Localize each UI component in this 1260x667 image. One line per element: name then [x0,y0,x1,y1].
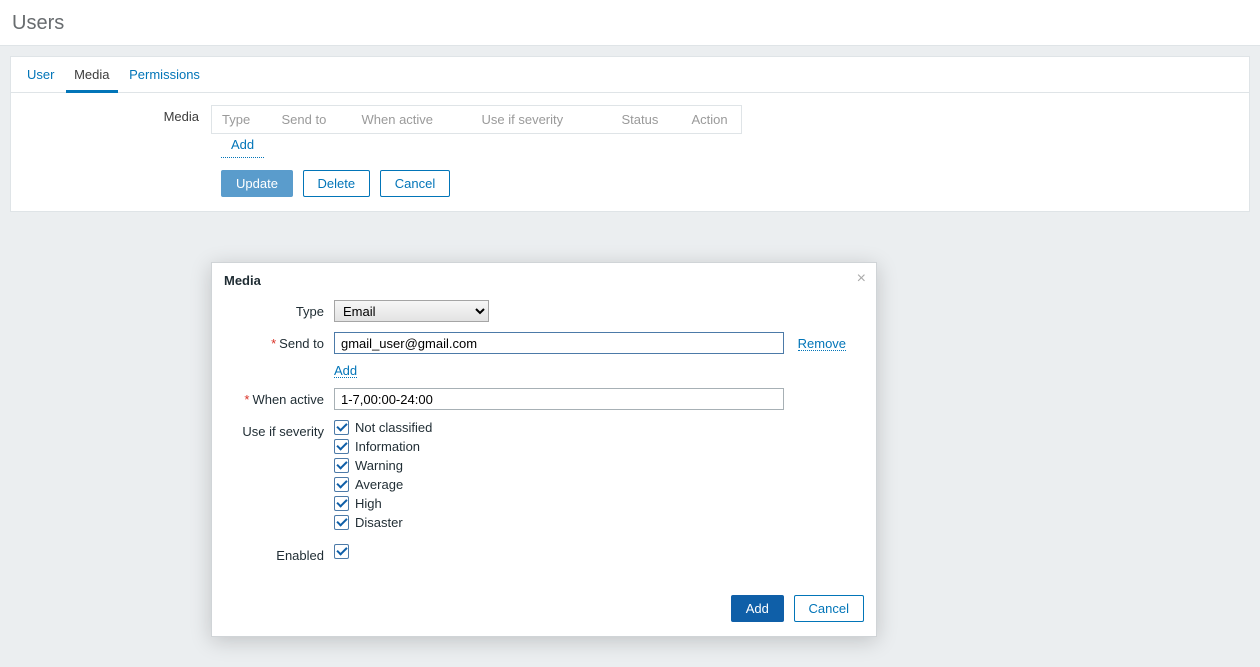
media-table-wrap: Type Send to When active Use if severity… [211,105,742,162]
sev-high[interactable]: High [334,496,864,511]
media-row: Media Type Send to When active Use if se… [11,93,1249,170]
media-label: Media [11,105,211,162]
col-status: Status [612,106,682,134]
tab-permissions[interactable]: Permissions [121,57,208,90]
sendto-input[interactable] [334,332,784,354]
label-enabled: Enabled [224,544,334,563]
col-severity: Use if severity [472,106,612,134]
modal-body: Type Email *Send to Remove Add *When act… [212,296,876,585]
chk-information[interactable] [334,439,349,454]
chk-disaster[interactable] [334,515,349,530]
type-select[interactable]: Email [334,300,489,322]
sev-disaster[interactable]: Disaster [334,515,864,530]
chk-warning[interactable] [334,458,349,473]
delete-button[interactable]: Delete [303,170,371,197]
whenactive-input[interactable] [334,388,784,410]
media-table: Type Send to When active Use if severity… [211,105,742,134]
label-type: Type [224,300,334,319]
modal-header: Media × [212,263,876,296]
sev-not-classified[interactable]: Not classified [334,420,864,435]
sendto-add-link[interactable]: Add [334,364,357,378]
chk-average[interactable] [334,477,349,492]
tablist: User Media Permissions [11,57,1249,93]
sev-information[interactable]: Information [334,439,864,454]
media-add-link[interactable]: Add [221,134,264,158]
user-config-panel: User Media Permissions Media Type Send t… [10,56,1250,212]
modal-add-button[interactable]: Add [731,595,784,622]
label-severity: Use if severity [224,420,334,439]
enabled-checkbox[interactable] [334,544,349,559]
col-type: Type [212,106,272,134]
modal-footer: Add Cancel [212,585,876,636]
cancel-button[interactable]: Cancel [380,170,450,197]
chk-not-classified[interactable] [334,420,349,435]
col-whenactive: When active [352,106,472,134]
remove-link[interactable]: Remove [798,337,846,351]
page-title: Users [0,0,1260,46]
form-buttons: Update Delete Cancel [11,170,1249,211]
severity-list: Not classified Information Warning Avera… [334,420,864,534]
modal-title: Media [224,273,261,288]
col-action: Action [682,106,742,134]
sev-average[interactable]: Average [334,477,864,492]
label-sendto: *Send to [224,332,334,351]
close-icon[interactable]: × [857,270,866,288]
update-button[interactable]: Update [221,170,293,197]
label-whenactive: *When active [224,388,334,407]
media-modal: Media × Type Email *Send to Remove Add *… [211,262,877,637]
col-sendto: Send to [272,106,352,134]
sev-warning[interactable]: Warning [334,458,864,473]
tab-user[interactable]: User [19,57,62,90]
modal-cancel-button[interactable]: Cancel [794,595,864,622]
chk-high[interactable] [334,496,349,511]
tab-media[interactable]: Media [66,57,117,93]
